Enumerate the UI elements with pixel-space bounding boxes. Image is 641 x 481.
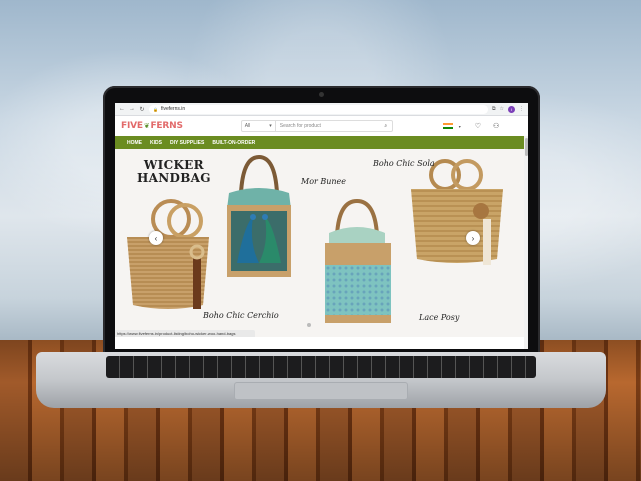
carousel-indicator[interactable] [307, 323, 311, 327]
nav-item-home[interactable]: HOME [127, 140, 142, 146]
search-category-label: All [244, 123, 251, 129]
chevron-down-icon: ▾ [269, 123, 272, 129]
touchpad [234, 382, 408, 400]
wishlist-icon[interactable]: ♡ [475, 122, 481, 130]
webcam [319, 92, 324, 97]
site-logo[interactable]: FIVE ❦ FERNS [121, 121, 183, 131]
reload-button[interactable]: ↻ [139, 106, 145, 113]
mor-bunee-bag-image [227, 154, 291, 277]
browser-toolbar: ← → ↻ 🔒 fiveferns.in ⧉ ☆ I ⋮ [115, 103, 528, 116]
nav-item-built-on-order[interactable]: BUILT-ON-ORDER [212, 140, 255, 146]
caption-lace-posy: Lace Posy [419, 313, 460, 322]
user-icon[interactable]: ⚇ [493, 122, 499, 130]
nav-item-kids[interactable]: KIDS [150, 140, 162, 146]
search-category-select[interactable]: All ▾ [242, 121, 276, 131]
search-input[interactable]: Search for product [276, 123, 380, 129]
lace-posy-bag-image [325, 199, 391, 323]
boho-chic-cerchio-bag-image [127, 199, 209, 309]
banner-title: WICKER HANDBAG [137, 159, 211, 185]
banner-title-line2: HANDBAG [137, 171, 211, 185]
logo-text-ferns: FERNS [150, 121, 183, 131]
logo-text-five: FIVE [121, 121, 143, 131]
lock-icon: 🔒 [153, 106, 158, 112]
page-scrollbar[interactable] [524, 136, 528, 349]
search-icon[interactable]: ⌕ [380, 123, 392, 129]
hero-banner[interactable]: WICKER HANDBAG Mor Bunee Boho Chic Sola … [115, 149, 528, 337]
leaf-icon: ❦ [143, 122, 150, 130]
extensions-icon[interactable]: ⧉ [492, 106, 496, 112]
forward-button[interactable]: → [129, 106, 135, 112]
laptop-lid: ← → ↻ 🔒 fiveferns.in ⧉ ☆ I ⋮ FIVE ❦ FERN… [103, 86, 540, 359]
carousel-prev-button[interactable]: ‹ [149, 231, 163, 245]
profile-avatar[interactable]: I [508, 105, 515, 113]
india-flag-icon[interactable] [442, 123, 453, 129]
browser-status-bar: https://www.fiveferns.in/product-listing… [115, 330, 255, 337]
keyboard [106, 356, 536, 378]
caption-boho-chic-sola: Boho Chic Sola [373, 159, 435, 168]
boho-chic-sola-bag-image [411, 159, 503, 265]
carousel-next-button[interactable]: › [466, 231, 480, 245]
menu-icon[interactable]: ⋮ [519, 106, 524, 112]
caption-mor-bunee: Mor Bunee [301, 177, 347, 186]
caption-boho-chic-cerchio: Boho Chic Cerchio [203, 311, 279, 320]
search-bar: All ▾ Search for product ⌕ [240, 120, 393, 132]
nav-item-diy-supplies[interactable]: DIY SUPPLIES [170, 140, 204, 146]
site-header: FIVE ❦ FERNS All ▾ Search for product ⌕ … [115, 116, 528, 136]
address-bar[interactable]: 🔒 fiveferns.in [149, 104, 488, 114]
laptop-screen: ← → ↻ 🔒 fiveferns.in ⧉ ☆ I ⋮ FIVE ❦ FERN… [115, 103, 528, 349]
url-text: fiveferns.in [160, 106, 186, 112]
back-button[interactable]: ← [119, 106, 125, 112]
laptop-base [36, 352, 606, 408]
bookmark-icon[interactable]: ☆ [500, 106, 504, 112]
main-nav: HOME KIDS DIY SUPPLIES BUILT-ON-ORDER [115, 136, 528, 149]
chevron-down-icon[interactable]: ▾ [459, 124, 461, 129]
